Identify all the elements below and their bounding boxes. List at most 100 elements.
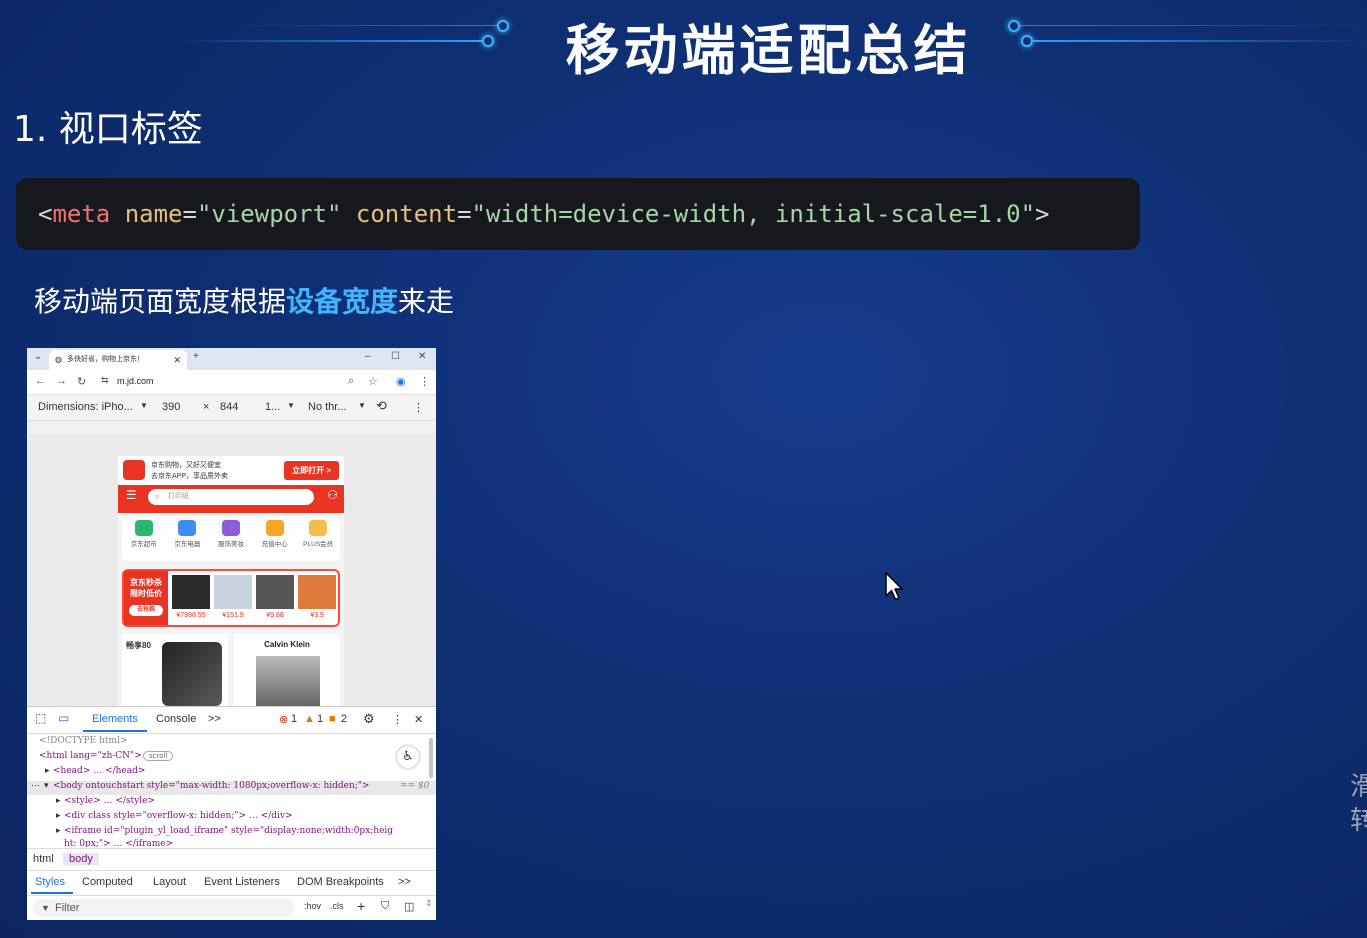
zoom-icon[interactable]: ⌕ [348,375,354,388]
category-menu-icon[interactable]: ☰ [126,488,137,502]
category-item[interactable]: 服饰美妆 [211,517,251,561]
accessibility-icon[interactable]: ♿ [397,746,419,768]
devtools-more-icon[interactable]: ⋮ [392,713,403,726]
product-image [298,575,336,609]
page-search-input[interactable]: ⌕ 打印纸 [148,489,314,505]
collapse-body-icon[interactable]: ▾ [44,781,49,791]
styles-scroll-icon[interactable]: ⇕ [425,898,433,909]
devtools-close-icon[interactable]: ✕ [414,713,423,726]
error-count[interactable]: 1 [291,713,297,725]
new-style-rule-button[interactable]: + [357,898,365,914]
tab-close-icon[interactable]: ✕ [173,350,181,370]
category-label: PLUS会员 [303,541,334,548]
product-price: ¥9.88 [266,612,284,619]
styles-filter-input[interactable]: ▼ Filter [33,899,295,917]
dom-style[interactable]: <style> … </style> [64,796,155,806]
dom-html[interactable]: <html lang="zh-CN"> [39,751,142,761]
device-toolbar: Dimensions: iPho... ▼ 390 × 844 1... ▼ N… [27,395,436,421]
dom-iframe[interactable]: <iframe id="plugin_yl_load_iframe" style… [64,826,393,836]
tab-computed[interactable]: Computed [82,876,133,888]
breadcrumb-body[interactable]: body [63,853,99,865]
dimensions-dropdown-icon[interactable]: ▼ [140,401,148,410]
electronics-icon [178,520,197,536]
more-tabs-button[interactable]: >> [208,713,221,725]
forward-arrow-icon[interactable]: → [56,375,67,387]
styles-tab-bar: Styles Computed Layout Event Listeners D… [27,870,436,896]
bookmark-star-icon[interactable]: ☆ [368,375,378,388]
dom-body[interactable]: <body ontouchstart style="max-width: 108… [53,781,369,791]
dom-div[interactable]: <div class style="overflow-x: hidden;"> … [64,811,293,821]
device-height[interactable]: 844 [220,401,238,413]
tab-elements[interactable]: Elements [92,713,138,725]
fashion-icon [221,520,240,536]
slide-title: 移动端适配总结 [565,19,972,82]
scroll-badge[interactable]: scroll [143,751,174,761]
hov-toggle[interactable]: :hov [304,901,321,911]
site-settings-icon[interactable]: ⇆ [101,375,109,386]
expand-head-icon[interactable]: ▸ [45,766,50,776]
code-val-content: "width=device-width, initial-scale=1.0" [471,200,1036,228]
dom-doctype[interactable]: <!DOCTYPE html> [39,736,127,746]
tab-event-listeners[interactable]: Event Listeners [204,876,280,888]
code-val-viewport: "viewport" [196,200,342,228]
minimize-icon[interactable]: – [365,351,371,362]
fashion-banner[interactable]: Calvin Klein [234,634,340,706]
profile-icon[interactable]: ◉ [396,375,406,388]
dom-head[interactable]: <head> … </head> [53,766,145,776]
row-ellipsis-icon[interactable]: ⋯ [31,781,40,791]
rotate-icon[interactable]: ⟲ [376,398,387,414]
maximize-icon[interactable]: ☐ [391,351,400,362]
tab-layout[interactable]: Layout [153,876,186,888]
device-toggle-icon[interactable]: ▭ [58,711,69,725]
browser-menu-icon[interactable]: ⋮ [419,375,430,388]
category-item[interactable]: PLUS会员 [298,517,338,561]
sidebar-toggle-icon[interactable]: ◫ [404,900,414,913]
tab-list-chevron-icon[interactable]: ⌄ [34,351,42,362]
deal-product[interactable]: ¥151.9 [214,575,252,619]
inspect-element-icon[interactable]: ⬚ [35,711,46,725]
settings-gear-icon[interactable]: ⚙ [363,711,375,727]
deal-product[interactable]: ¥7988.55 [172,575,210,619]
category-item[interactable]: 京东电器 [167,517,207,561]
expand-iframe-icon[interactable]: ▸ [56,826,61,836]
tab-console[interactable]: Console [156,713,196,725]
dimensions-select[interactable]: Dimensions: iPho... [38,401,133,413]
deal-product[interactable]: ¥3.9 [298,575,336,619]
expand-div-icon[interactable]: ▸ [56,811,61,821]
url-text[interactable]: m.jd.com [117,376,154,386]
device-width[interactable]: 390 [162,401,180,413]
error-icon[interactable]: ⊗ [279,713,288,726]
back-arrow-icon[interactable]: ← [35,375,46,387]
dom-iframe-cont[interactable]: ht: 0px;"> … </iframe> [64,839,173,847]
zoom-select[interactable]: 1... [265,401,280,413]
tab-dom-breakpoints[interactable]: DOM Breakpoints [297,876,384,888]
category-label: 京东超市 [130,541,157,548]
warning-count[interactable]: 1 [317,713,323,725]
category-item[interactable]: 充值中心 [255,517,295,561]
breadcrumb-html[interactable]: html [27,853,60,865]
issues-count[interactable]: 2 [341,713,347,725]
flash-sale-card[interactable]: 京东秒杀 限时低价 去抢购 ¥7988.55 ¥151.9 ¥9.88 ¥3.9 [122,569,340,627]
window-close-icon[interactable]: ✕ [418,351,426,362]
paint-brush-icon[interactable]: ⛉ [381,900,389,913]
user-icon[interactable]: ⚇ [327,488,338,502]
dom-scrollbar[interactable] [429,738,433,778]
issues-icon[interactable]: ■ [329,713,336,725]
deal-product[interactable]: ¥9.88 [256,575,294,619]
warning-icon[interactable]: ▲ [304,713,315,725]
reload-icon[interactable]: ↻ [77,375,86,388]
throttle-dropdown-icon[interactable]: ▼ [358,401,366,410]
zoom-dropdown-icon[interactable]: ▼ [287,401,295,410]
browser-tab[interactable]: ◍ 多快好省，购物上京东！ ✕ [49,350,187,370]
more-subtabs-button[interactable]: >> [398,876,411,888]
new-tab-button[interactable]: + [193,351,199,362]
throttle-select[interactable]: No thr... [308,401,347,413]
tab-styles[interactable]: Styles [35,876,65,888]
device-more-icon[interactable]: ⋮ [413,401,424,414]
open-app-button[interactable]: 立即打开 > [284,461,339,480]
expand-style-icon[interactable]: ▸ [56,796,61,806]
deal-button[interactable]: 去抢购 [129,605,163,616]
phone-banner[interactable]: 畅享80 [122,634,228,706]
cls-toggle[interactable]: .cls [330,901,344,911]
category-item[interactable]: 京东超市 [124,517,164,561]
